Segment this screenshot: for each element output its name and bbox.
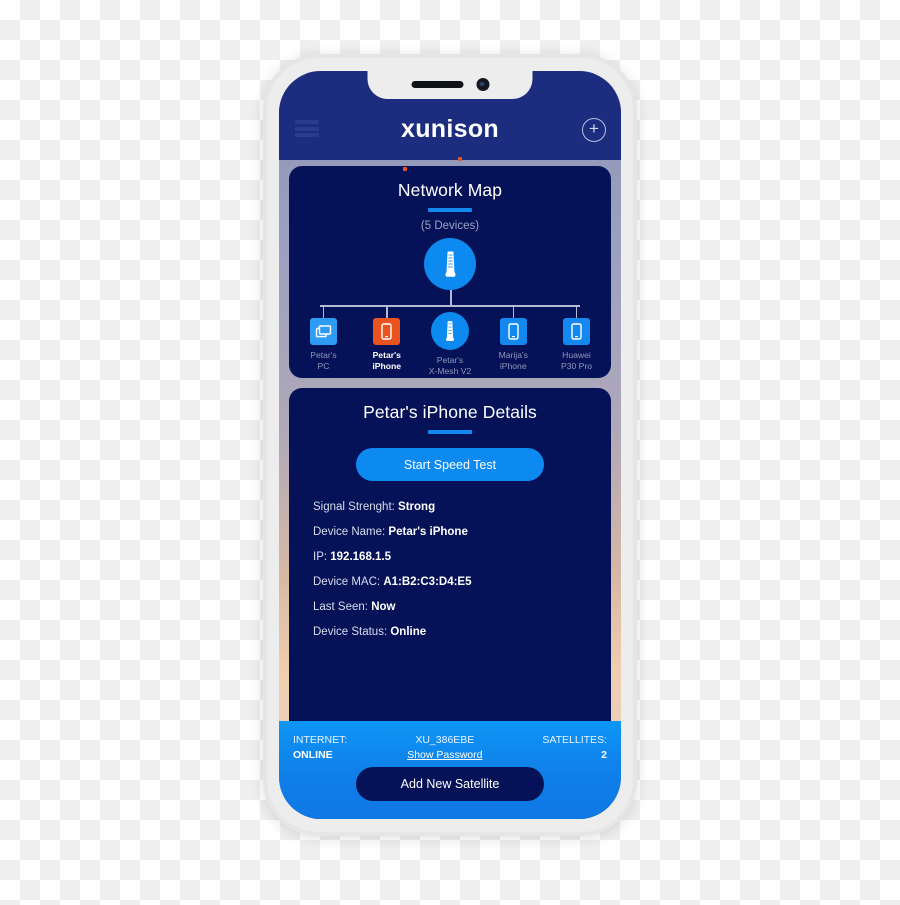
device-label-line1: Petar's bbox=[310, 350, 337, 360]
topology-stem-line bbox=[322, 305, 325, 318]
device-label-line1: Petar's bbox=[372, 350, 401, 360]
topology-stem-line bbox=[575, 305, 578, 318]
device-node-label: Marija's iPhone bbox=[485, 350, 542, 372]
device-icon-wrapper bbox=[310, 318, 337, 345]
info-row-ip: IP: 192.168.1.5 bbox=[313, 551, 611, 563]
router-tower-icon bbox=[446, 321, 454, 341]
device-count-label: (5 Devices) bbox=[420, 220, 480, 232]
desktop-pc-icon bbox=[315, 325, 332, 338]
info-row-device-mac: Device MAC: A1:B2:C3:D4:E5 bbox=[313, 576, 611, 588]
brand-name: unison bbox=[415, 115, 499, 143]
device-node[interactable]: Petar's X-Mesh V2 bbox=[422, 305, 479, 377]
info-value: A1:B2:C3:D4:E5 bbox=[383, 576, 472, 588]
plus-circle-icon[interactable]: + bbox=[582, 118, 606, 142]
satellites-count: 2 bbox=[601, 749, 607, 761]
device-info-list: Signal Strenght: Strong Device Name: Pet… bbox=[313, 501, 611, 638]
info-label: Last Seen: bbox=[313, 601, 368, 613]
info-label: Device MAC: bbox=[313, 576, 381, 588]
device-node[interactable]: Petar's PC bbox=[295, 305, 352, 377]
device-label-line2: PC bbox=[317, 361, 330, 371]
info-value: Strong bbox=[398, 501, 436, 513]
device-icon-wrapper bbox=[431, 312, 469, 350]
front-camera bbox=[476, 77, 489, 91]
start-speed-test-button[interactable]: Start Speed Test bbox=[356, 448, 544, 481]
device-node-label: Petar's PC bbox=[295, 350, 352, 372]
info-label: Device Name: bbox=[313, 526, 386, 538]
app-brand-logo: xunison bbox=[279, 115, 621, 171]
info-label: Device Status: bbox=[313, 626, 388, 638]
smartphone-icon bbox=[571, 323, 582, 340]
smartphone-icon bbox=[381, 323, 392, 340]
satellites-label: SATELLITES: bbox=[542, 734, 607, 746]
status-row: INTERNET: ONLINE XU_386EBE Show Password… bbox=[293, 733, 607, 763]
topology-stem-line bbox=[386, 305, 388, 318]
internet-label: INTERNET: bbox=[293, 734, 348, 746]
device-node[interactable]: Marija's iPhone bbox=[485, 305, 542, 377]
network-map-card: Network Map (5 Devices) Petar's PC Petar… bbox=[289, 166, 611, 378]
phone-notch bbox=[367, 71, 533, 99]
info-value: 192.168.1.5 bbox=[330, 551, 392, 563]
wifi-block: XU_386EBE Show Password bbox=[407, 733, 482, 763]
device-label-line1: Marija's bbox=[498, 350, 528, 360]
network-map-title: Network Map bbox=[397, 180, 503, 200]
device-icon-wrapper bbox=[373, 318, 401, 345]
info-value: Petar's iPhone bbox=[388, 526, 468, 538]
device-icon-wrapper bbox=[499, 318, 527, 345]
info-row-device-status: Device Status: Online bbox=[313, 626, 611, 638]
smartphone-icon bbox=[508, 323, 519, 340]
brand-accent-dot bbox=[403, 167, 407, 171]
device-details-card: Petar's iPhone Details Start Speed Test … bbox=[289, 388, 611, 736]
info-row-signal-strength: Signal Strenght: Strong bbox=[313, 501, 611, 513]
device-node-label: Petar's iPhone bbox=[358, 350, 415, 372]
add-new-satellite-button[interactable]: Add New Satellite bbox=[356, 767, 544, 801]
device-icon-wrapper bbox=[563, 318, 590, 345]
brand-accent-dot bbox=[458, 157, 462, 161]
earpiece-speaker bbox=[411, 80, 463, 88]
router-tower-icon bbox=[445, 251, 455, 277]
device-node-label: Petar's X-Mesh V2 bbox=[422, 355, 479, 377]
info-label: Signal Strenght: bbox=[313, 501, 395, 513]
info-value: Online bbox=[390, 626, 427, 638]
root-router-node[interactable] bbox=[424, 238, 476, 290]
brand-text: x bbox=[401, 115, 416, 143]
info-row-device-name: Device Name: Petar's iPhone bbox=[313, 526, 611, 538]
info-row-last-seen: Last Seen: Now bbox=[313, 601, 611, 613]
xunison-app: xunison + Network Map (5 Devices) Petar'… bbox=[279, 71, 621, 819]
device-label-line1: Petar's bbox=[436, 355, 464, 365]
device-label-line2: P30 Pro bbox=[560, 361, 593, 371]
network-topology: Petar's PC Petar's iPhone Petar's X-Mesh… bbox=[289, 238, 611, 376]
satellites-block: SATELLITES: 2 bbox=[542, 733, 607, 763]
topology-trunk-line bbox=[450, 290, 452, 306]
phone-screen: xunison + Network Map (5 Devices) Petar'… bbox=[279, 71, 621, 819]
wifi-ssid: XU_386EBE bbox=[415, 734, 475, 746]
device-node-label: Huawei P30 Pro bbox=[548, 350, 605, 372]
device-label-line1: Huawei bbox=[562, 350, 591, 360]
device-label-line2: iPhone bbox=[372, 361, 402, 371]
phone-mockup: xunison + Network Map (5 Devices) Petar'… bbox=[263, 54, 637, 836]
show-password-link[interactable]: Show Password bbox=[407, 748, 482, 763]
device-node[interactable]: Huawei P30 Pro bbox=[548, 305, 605, 377]
title-underline bbox=[428, 208, 472, 212]
device-node-selected[interactable]: Petar's iPhone bbox=[358, 305, 415, 377]
topology-stem-line bbox=[512, 305, 514, 318]
info-value: Now bbox=[371, 601, 396, 613]
info-label: IP: bbox=[313, 551, 328, 563]
device-label-line2: X-Mesh V2 bbox=[428, 366, 472, 376]
device-details-title: Petar's iPhone Details bbox=[363, 402, 537, 422]
internet-status-value: ONLINE bbox=[293, 749, 333, 761]
device-label-line2: iPhone bbox=[499, 361, 527, 371]
internet-status-block: INTERNET: ONLINE bbox=[293, 733, 347, 763]
status-bottom-bar: INTERNET: ONLINE XU_386EBE Show Password… bbox=[279, 721, 621, 819]
device-node-list: Petar's PC Petar's iPhone Petar's X-Mesh… bbox=[295, 305, 605, 377]
title-underline bbox=[428, 430, 472, 434]
